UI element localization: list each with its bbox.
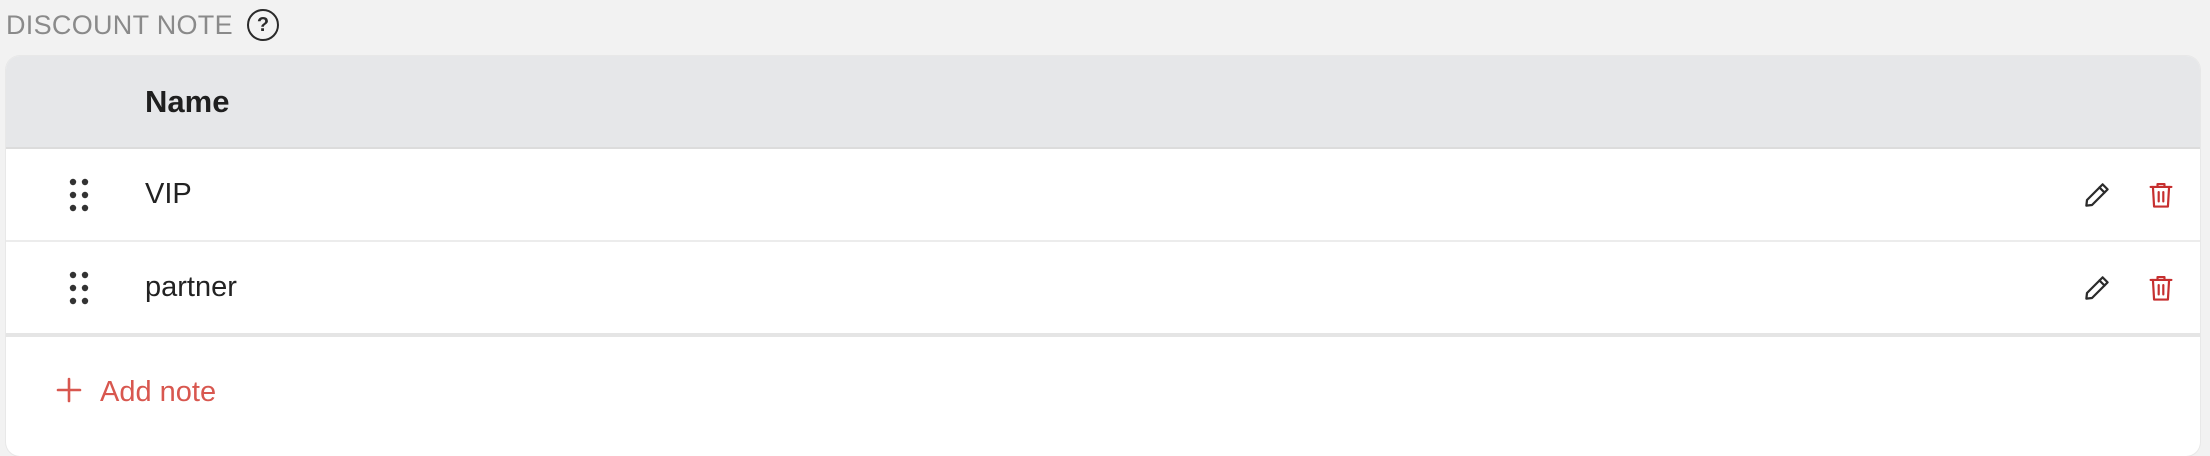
table-header: Name (6, 56, 2200, 149)
help-symbol: ? (256, 13, 270, 36)
row-name: partner (145, 271, 237, 303)
row-actions (2081, 272, 2176, 303)
drag-handle-icon[interactable] (68, 270, 92, 306)
trash-icon[interactable] (2145, 179, 2176, 210)
add-note-label: Add note (100, 375, 217, 408)
discount-note-table: Name VIP partner Add note (6, 56, 2200, 456)
section-header: DISCOUNT NOTE ? (6, 8, 279, 42)
table-row: VIP (6, 149, 2200, 242)
section-title: DISCOUNT NOTE (6, 9, 233, 40)
add-note-button[interactable]: Add note (6, 337, 2200, 447)
plus-icon (56, 377, 82, 408)
column-header-name: Name (145, 83, 230, 119)
drag-handle-icon[interactable] (68, 177, 92, 213)
trash-icon[interactable] (2145, 272, 2176, 303)
pencil-icon[interactable] (2081, 179, 2112, 210)
help-icon[interactable]: ? (246, 9, 279, 41)
pencil-icon[interactable] (2081, 272, 2112, 303)
row-actions (2081, 179, 2176, 210)
row-name: VIP (145, 178, 192, 210)
table-row: partner (6, 242, 2200, 337)
